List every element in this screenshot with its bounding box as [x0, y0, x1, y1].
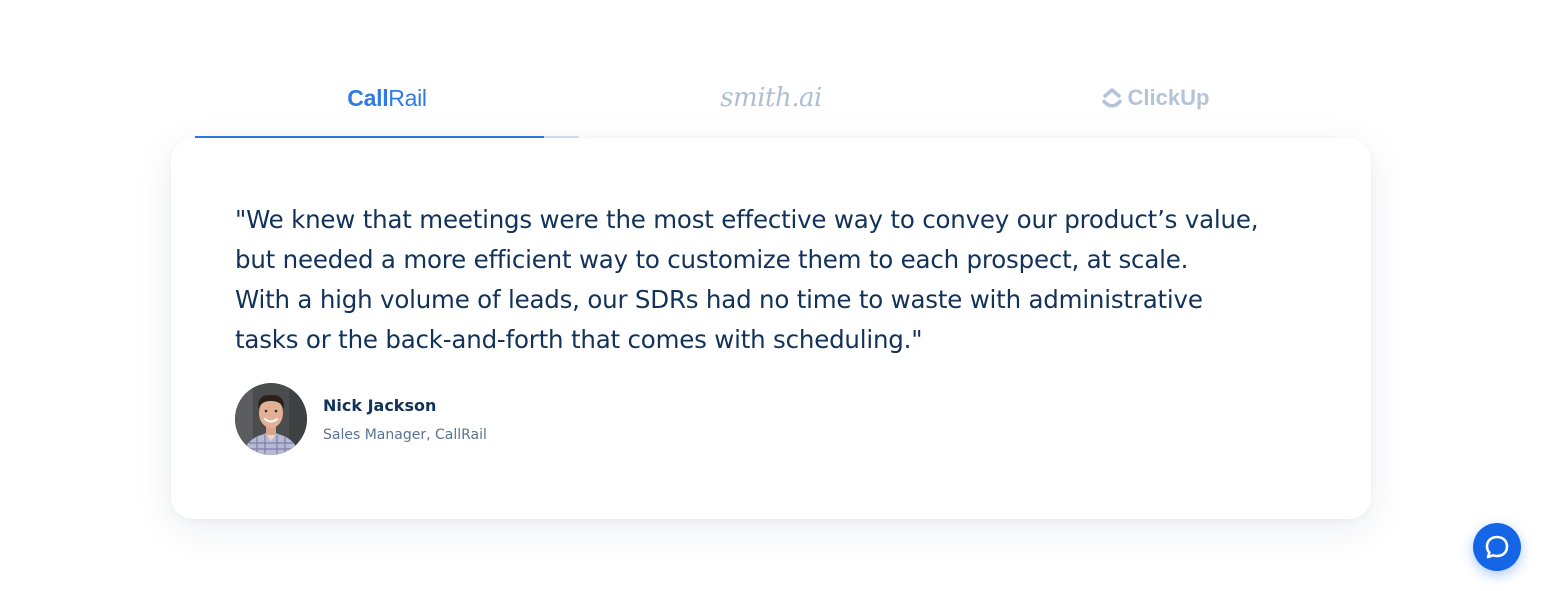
callrail-logo: CallRail: [347, 84, 427, 111]
avatar: [235, 383, 307, 455]
company-tabs: CallRail smith.ai ClickUp: [195, 58, 1347, 138]
chat-bubble-icon: [1485, 535, 1509, 559]
author-meta: Nick Jackson Sales Manager, CallRail: [323, 396, 487, 443]
chat-launcher-button[interactable]: [1473, 523, 1521, 571]
quote-line: With a high volume of leads, our SDRs ha…: [235, 285, 1203, 314]
author-name: Nick Jackson: [323, 395, 437, 415]
quote-line: "We knew that meetings were the most eff…: [235, 205, 1259, 234]
tab-callrail[interactable]: CallRail: [195, 58, 579, 138]
smith-ai-logo: smith.ai: [720, 83, 822, 113]
tab-clickup[interactable]: ClickUp: [963, 58, 1347, 138]
testimonial-quote: "We knew that meetings were the most eff…: [235, 200, 1325, 360]
clickup-logo: ClickUp: [1101, 85, 1210, 111]
testimonial-card: "We knew that meetings were the most eff…: [171, 138, 1371, 519]
clickup-logo-text: ClickUp: [1127, 85, 1210, 110]
testimonials-section: CallRail smith.ai ClickUp "We knew that …: [0, 0, 1541, 591]
quote-line: but needed a more efficient way to custo…: [235, 245, 1189, 274]
testimonial-author: Nick Jackson Sales Manager, CallRail: [235, 383, 487, 455]
author-role: Sales Manager, CallRail: [323, 426, 487, 443]
tab-smith-ai[interactable]: smith.ai: [579, 58, 963, 138]
clickup-chevron-icon: [1101, 88, 1122, 108]
quote-line: tasks or the back-and-forth that comes w…: [235, 325, 923, 354]
author-photo: [235, 383, 307, 455]
